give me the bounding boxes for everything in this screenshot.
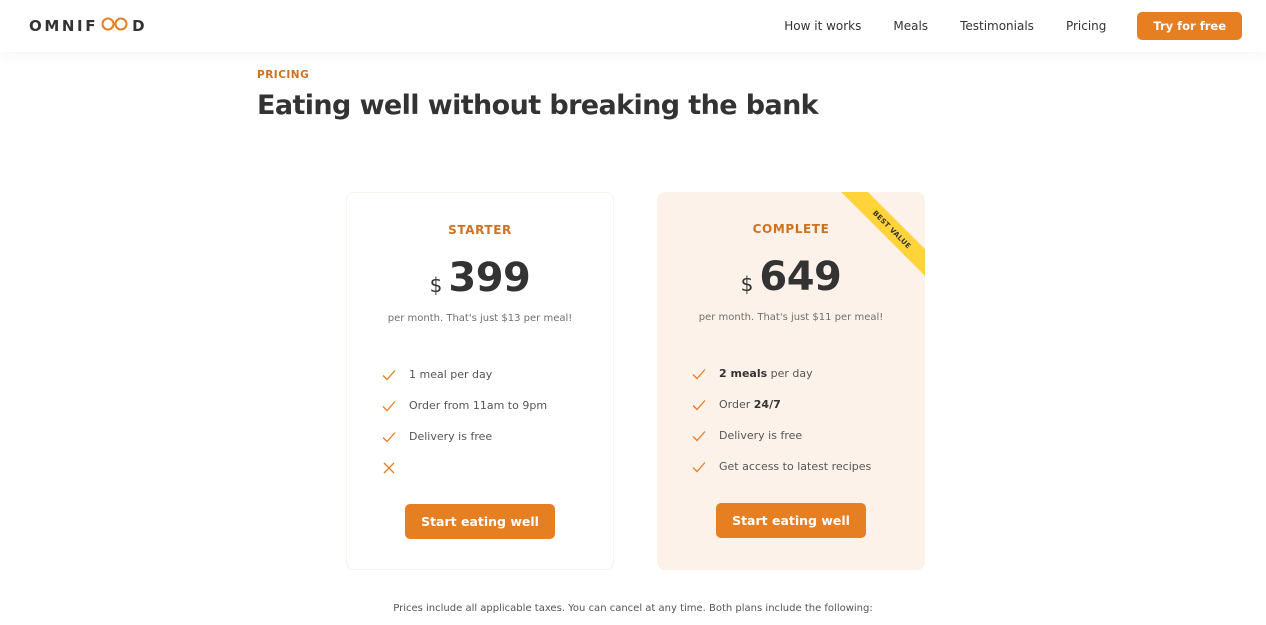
check-icon bbox=[691, 459, 707, 475]
feature-item: Delivery is free bbox=[381, 421, 547, 452]
start-eating-well-button[interactable]: Start eating well bbox=[405, 504, 555, 539]
feature-text: 2 meals per day bbox=[719, 367, 813, 380]
price-amount: 649 bbox=[759, 254, 842, 300]
logo-text-right: D bbox=[132, 17, 148, 35]
feature-item: Get access to latest recipes bbox=[691, 451, 871, 482]
price-currency: $ bbox=[740, 272, 754, 296]
feature-item bbox=[381, 452, 547, 483]
plan-name: STARTER bbox=[448, 223, 512, 237]
nav-link-how-it-works[interactable]: How it works bbox=[784, 19, 861, 33]
feature-text: Delivery is free bbox=[719, 429, 803, 442]
price-note: per month. That's just $11 per meal! bbox=[698, 312, 884, 323]
nav-link-pricing[interactable]: Pricing bbox=[1066, 19, 1106, 33]
plan-price: $ 649 bbox=[657, 254, 925, 300]
section-heading: Eating well without breaking the bank bbox=[257, 90, 819, 121]
site-header: OMNIF D How it works Meals Testimonials … bbox=[0, 0, 1266, 52]
try-for-free-button[interactable]: Try for free bbox=[1137, 12, 1242, 40]
feature-list: 2 meals per day Order 24/7 Delivery is f… bbox=[691, 358, 871, 482]
check-icon bbox=[381, 398, 397, 414]
start-eating-well-button[interactable]: Start eating well bbox=[716, 503, 866, 538]
nav-link-testimonials[interactable]: Testimonials bbox=[960, 19, 1034, 33]
omnifood-logo[interactable]: OMNIF D bbox=[29, 17, 147, 35]
feature-lead: Order bbox=[719, 398, 754, 411]
price-amount: 399 bbox=[448, 255, 531, 301]
check-icon bbox=[691, 397, 707, 413]
plan-name: COMPLETE bbox=[752, 222, 830, 236]
feature-text: 1 meal per day bbox=[409, 368, 493, 381]
pricing-plan-complete: BEST VALUE COMPLETE $ 649 per month. Tha… bbox=[657, 192, 925, 570]
feature-rest: per day bbox=[767, 367, 813, 380]
logo-text-left: OMNIF bbox=[29, 17, 99, 35]
feature-list: 1 meal per day Order from 11am to 9pm De… bbox=[381, 359, 547, 483]
feature-item: 1 meal per day bbox=[381, 359, 547, 390]
feature-text: Get access to latest recipes bbox=[719, 460, 872, 473]
feature-text: Delivery is free bbox=[409, 430, 493, 443]
price-note: per month. That's just $13 per meal! bbox=[387, 313, 573, 324]
main-nav: How it works Meals Testimonials Pricing … bbox=[752, 12, 1242, 40]
price-currency: $ bbox=[429, 273, 443, 297]
plan-footnote: Prices include all applicable taxes. You… bbox=[393, 603, 873, 614]
plan-price: $ 399 bbox=[347, 255, 613, 301]
check-icon bbox=[691, 428, 707, 444]
feature-item: 2 meals per day bbox=[691, 358, 871, 389]
feature-bold: 24/7 bbox=[753, 398, 781, 411]
infinity-logo-icon bbox=[100, 17, 130, 35]
section-subheading: PRICING bbox=[257, 69, 310, 81]
feature-item: Order from 11am to 9pm bbox=[381, 390, 547, 421]
check-icon bbox=[381, 367, 397, 383]
feature-item: Order 24/7 bbox=[691, 389, 871, 420]
check-icon bbox=[381, 429, 397, 445]
feature-text: Order from 11am to 9pm bbox=[409, 399, 548, 412]
close-icon bbox=[381, 460, 397, 476]
feature-item: Delivery is free bbox=[691, 420, 871, 451]
feature-text: Order 24/7 bbox=[719, 398, 781, 411]
pricing-plan-starter: STARTER $ 399 per month. That's just $13… bbox=[346, 192, 614, 570]
check-icon bbox=[691, 366, 707, 382]
feature-bold: 2 meals bbox=[719, 367, 768, 380]
nav-link-meals[interactable]: Meals bbox=[893, 19, 928, 33]
